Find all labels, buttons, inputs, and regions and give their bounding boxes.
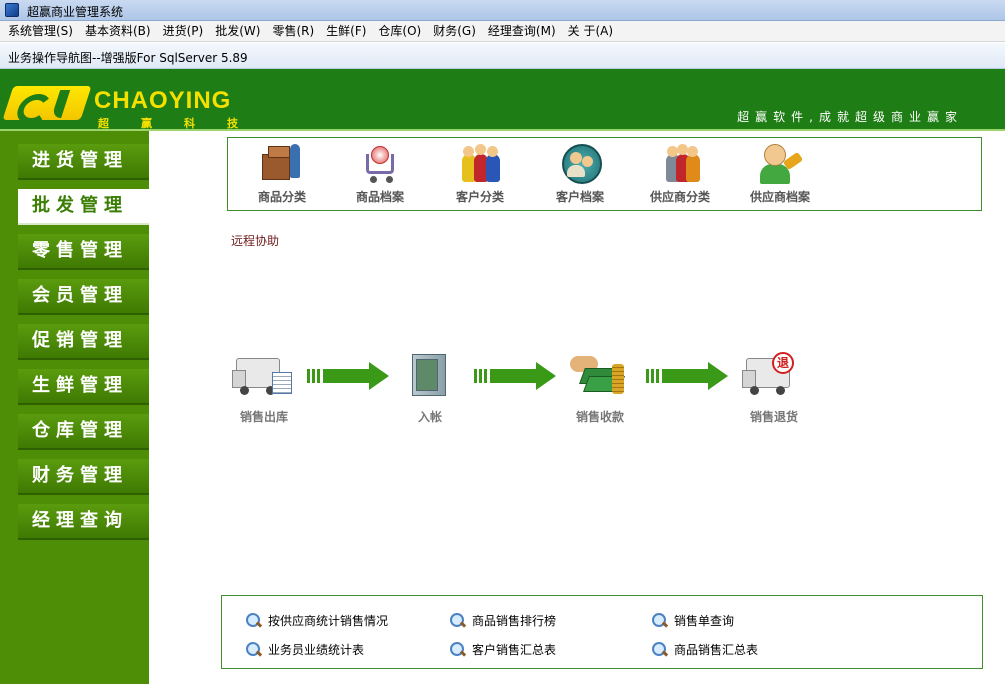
supplier-archive-button[interactable]: 供应商档案	[734, 144, 826, 210]
remote-help-link[interactable]: 远程协助	[231, 232, 279, 249]
sidebar-item-finance[interactable]: 财务管理	[18, 459, 149, 495]
flow-label: 销售出库	[239, 410, 288, 424]
menu-bar: 系统管理(S) 基本资料(B) 进货(P) 批发(W) 零售(R) 生鲜(F) …	[0, 21, 1005, 42]
sidebar-item-member[interactable]: 会员管理	[18, 279, 149, 315]
product-category-button[interactable]: 商品分类	[236, 144, 328, 210]
sidebar-item-promotion[interactable]: 促销管理	[18, 324, 149, 360]
menu-basic-data[interactable]: 基本资料(B)	[79, 21, 157, 42]
sidebar-item-manager-query[interactable]: 经理查询	[18, 504, 149, 540]
sales-return-button[interactable]: 退 销售退货	[726, 350, 822, 425]
window-title: 超赢商业管理系统	[27, 5, 124, 19]
brand-name-en: CHAOYING	[94, 87, 232, 114]
company-logo-icon	[2, 86, 92, 120]
supplier-key-icon	[758, 144, 804, 184]
menu-fresh[interactable]: 生鲜(F)	[320, 21, 372, 42]
module-label: 商品档案	[355, 190, 404, 204]
report-product-ranking-link[interactable]: 商品销售排行榜	[450, 612, 556, 629]
menu-warehouse[interactable]: 仓库(O)	[372, 21, 427, 42]
flow-arrow-icon	[474, 362, 556, 390]
flow-label: 销售收款	[575, 410, 624, 424]
module-label: 商品分类	[257, 190, 306, 204]
module-toolbar: 商品分类 商品档案 客户分类 客户档案 供应商分类 供应商档案	[227, 137, 982, 211]
cash-icon	[568, 350, 632, 402]
report-product-sales-summary-link[interactable]: 商品销售汇总表	[652, 641, 758, 658]
menu-purchase[interactable]: 进货(P)	[157, 21, 210, 42]
magnifier-icon	[246, 641, 262, 658]
flow-arrow-icon	[646, 362, 728, 390]
customer-circle-icon	[558, 144, 602, 184]
header-banner: CHAOYING 超赢科技 超赢软件,成就超级商业赢家	[0, 69, 1005, 131]
report-customer-sales-summary-link[interactable]: 客户销售汇总表	[450, 641, 556, 658]
return-truck-icon: 退	[742, 350, 806, 402]
sidebar-item-warehouse[interactable]: 仓库管理	[18, 414, 149, 450]
sidebar-item-fresh[interactable]: 生鲜管理	[18, 369, 149, 405]
product-archive-button[interactable]: 商品档案	[334, 144, 426, 210]
magnifier-icon	[246, 612, 262, 629]
document-tab-strip: 业务操作导航图--增强版For SqlServer 5.89	[0, 43, 1005, 69]
post-account-button[interactable]: 入帐	[382, 350, 478, 425]
magnifier-icon	[652, 612, 668, 629]
sidebar-item-retail[interactable]: 零售管理	[18, 234, 149, 270]
customer-category-button[interactable]: 客户分类	[434, 144, 526, 210]
return-badge: 退	[772, 352, 794, 374]
module-label: 供应商分类	[649, 190, 710, 204]
brand-name-cn: 超赢科技	[98, 117, 270, 130]
report-sales-order-query-link[interactable]: 销售单查询	[652, 612, 734, 629]
module-label: 客户分类	[455, 190, 504, 204]
report-salesperson-performance-link[interactable]: 业务员业绩统计表	[246, 641, 364, 658]
cart-icon	[358, 144, 402, 184]
menu-wholesale[interactable]: 批发(W)	[209, 21, 266, 42]
menu-manager-query[interactable]: 经理查询(M)	[482, 21, 562, 42]
magnifier-icon	[450, 612, 466, 629]
menu-finance[interactable]: 财务(G)	[427, 21, 482, 42]
boxes-icon	[260, 144, 304, 184]
sidebar: 进货管理 批发管理 零售管理 会员管理 促销管理 生鲜管理 仓库管理 财务管理 …	[0, 131, 149, 684]
module-label: 供应商档案	[749, 190, 810, 204]
people-group-icon	[458, 144, 502, 184]
magnifier-icon	[450, 641, 466, 658]
menu-about[interactable]: 关 于(A)	[562, 21, 619, 42]
magnifier-icon	[652, 641, 668, 658]
sidebar-item-purchase[interactable]: 进货管理	[18, 144, 149, 180]
customer-archive-button[interactable]: 客户档案	[534, 144, 626, 210]
sales-outbound-button[interactable]: 销售出库	[216, 350, 312, 425]
report-links-box: 按供应商统计销售情况 商品销售排行榜 销售单查询 业务员业绩统计表 客户销售汇总…	[221, 595, 983, 669]
window-title-bar: 超赢商业管理系统	[0, 0, 1005, 21]
app-icon	[5, 3, 19, 17]
sidebar-item-wholesale[interactable]: 批发管理	[18, 189, 149, 225]
flow-label: 入帐	[417, 410, 442, 424]
supplier-group-icon	[658, 144, 702, 184]
menu-system[interactable]: 系统管理(S)	[0, 21, 79, 42]
slogan: 超赢软件,成就超级商业赢家	[737, 110, 963, 124]
flow-label: 销售退货	[749, 410, 798, 424]
sales-receipt-button[interactable]: 销售收款	[552, 350, 648, 425]
report-sales-by-supplier-link[interactable]: 按供应商统计销售情况	[246, 612, 388, 629]
module-label: 客户档案	[555, 190, 604, 204]
truck-icon	[232, 350, 296, 402]
supplier-category-button[interactable]: 供应商分类	[634, 144, 726, 210]
flow-arrow-icon	[307, 362, 389, 390]
safe-icon	[398, 350, 462, 402]
document-tab[interactable]: 业务操作导航图--增强版For SqlServer 5.89	[8, 49, 248, 66]
menu-retail[interactable]: 零售(R)	[266, 21, 320, 42]
